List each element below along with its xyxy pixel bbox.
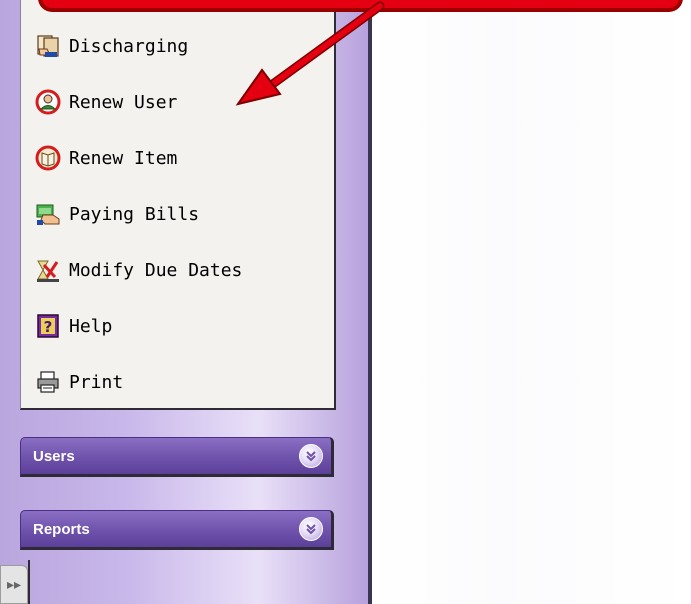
- menu-item-discharging[interactable]: Discharging: [35, 26, 188, 66]
- paying-bills-icon: [35, 201, 61, 227]
- menu-item-label: Discharging: [69, 35, 189, 57]
- menu-item-label: Renew Item: [69, 147, 178, 169]
- discharging-icon: [35, 33, 61, 59]
- menu-item-label: Help: [69, 315, 113, 337]
- double-chevron-right-icon: ▸▸: [6, 576, 22, 593]
- section-users[interactable]: Users: [20, 437, 334, 477]
- menu-item-label: Modify Due Dates: [69, 259, 243, 281]
- svg-text:?: ?: [44, 318, 53, 336]
- renew-user-icon: [35, 89, 61, 115]
- menu-item-label: Print: [69, 371, 124, 393]
- print-icon: [35, 369, 61, 395]
- expand-chevron-icon[interactable]: [299, 517, 323, 541]
- menu-item-renew-item[interactable]: Renew Item: [35, 138, 177, 178]
- menu-item-print[interactable]: Print: [35, 362, 123, 402]
- section-reports[interactable]: Reports: [20, 510, 334, 550]
- collapse-sidebar-button[interactable]: ▸▸: [0, 565, 28, 604]
- menu-item-help[interactable]: ? Help: [35, 306, 112, 346]
- help-icon: ?: [35, 313, 61, 339]
- menu-item-label: Renew User: [69, 91, 178, 113]
- expand-chevron-icon[interactable]: [299, 444, 323, 468]
- menu-item-paying-bills[interactable]: Paying Bills: [35, 194, 199, 234]
- menu-item-label: Paying Bills: [69, 203, 200, 225]
- section-label: Users: [33, 447, 75, 465]
- section-label: Reports: [33, 520, 90, 538]
- menu-item-modify-due-dates[interactable]: Modify Due Dates: [35, 250, 242, 290]
- circulation-menu-panel: Discharging Renew User Renew Item Paying…: [20, 0, 336, 410]
- renew-item-icon: [35, 145, 61, 171]
- modify-due-dates-icon: [35, 257, 61, 283]
- sidebar-tab-divider: [28, 560, 30, 604]
- menu-item-renew-user[interactable]: Renew User: [35, 82, 177, 122]
- annotation-callout-bar: [38, 0, 683, 12]
- main-content-pane: [372, 0, 691, 604]
